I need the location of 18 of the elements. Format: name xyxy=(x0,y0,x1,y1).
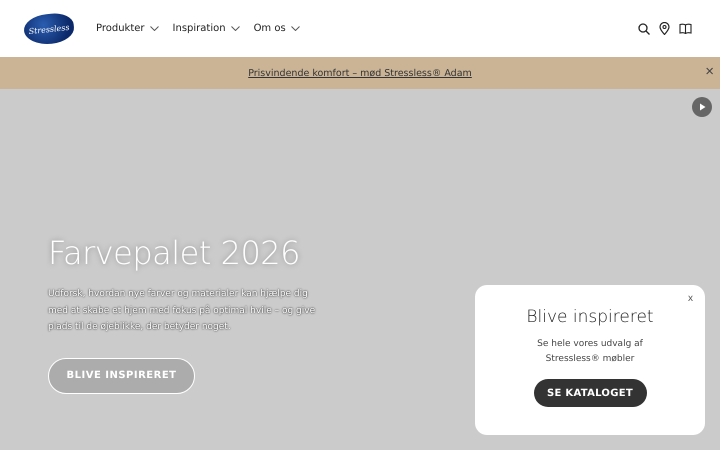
search-icon[interactable] xyxy=(638,22,650,34)
close-button[interactable]: × xyxy=(705,64,714,79)
promo-link[interactable]: Prisvindende komfort – mød Stressless® Adam xyxy=(248,68,472,78)
nav-item[interactable]: Inspiration xyxy=(172,23,240,34)
location-pin-icon[interactable] xyxy=(659,22,670,35)
close-button[interactable]: x xyxy=(688,293,693,304)
catalog-button[interactable]: SE KATALOGET xyxy=(534,379,646,407)
chevron-down-icon xyxy=(230,26,240,31)
popup-title: Blive inspireret xyxy=(526,307,654,327)
popup-text: Se hele vores udvalg af Stressless® møbler xyxy=(536,338,644,366)
chevron-down-icon xyxy=(290,26,300,31)
play-button-icon[interactable] xyxy=(692,97,712,117)
logo[interactable]: Stressless xyxy=(22,10,76,46)
hero-text: Udforsk, hvordan nye farver og materialer kan hjælpe dig med at skabe et hjem med fokus på optimal hvile – og give plads til de øjeblikke, der betyder noget. xyxy=(48,288,316,334)
book-icon[interactable] xyxy=(679,23,692,34)
chevron-down-icon xyxy=(150,26,159,31)
nav-item[interactable]: Produkter xyxy=(96,23,159,34)
nav-item[interactable]: Om os xyxy=(254,23,300,34)
